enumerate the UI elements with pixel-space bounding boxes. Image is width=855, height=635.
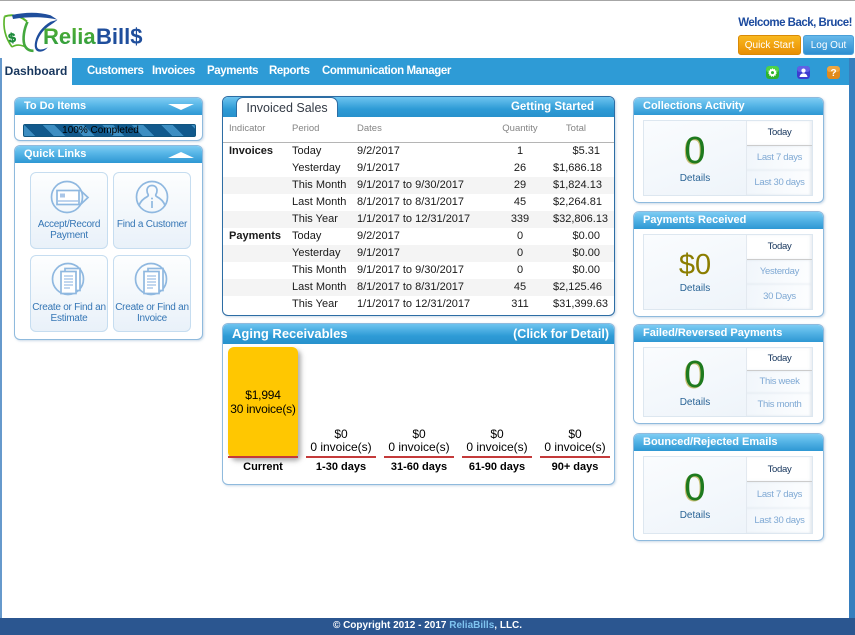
svg-text:Relia: Relia [43, 24, 96, 49]
svg-text:Bill$: Bill$ [96, 24, 142, 49]
svg-text:?: ? [830, 68, 836, 79]
svg-text:$: $ [7, 30, 17, 46]
